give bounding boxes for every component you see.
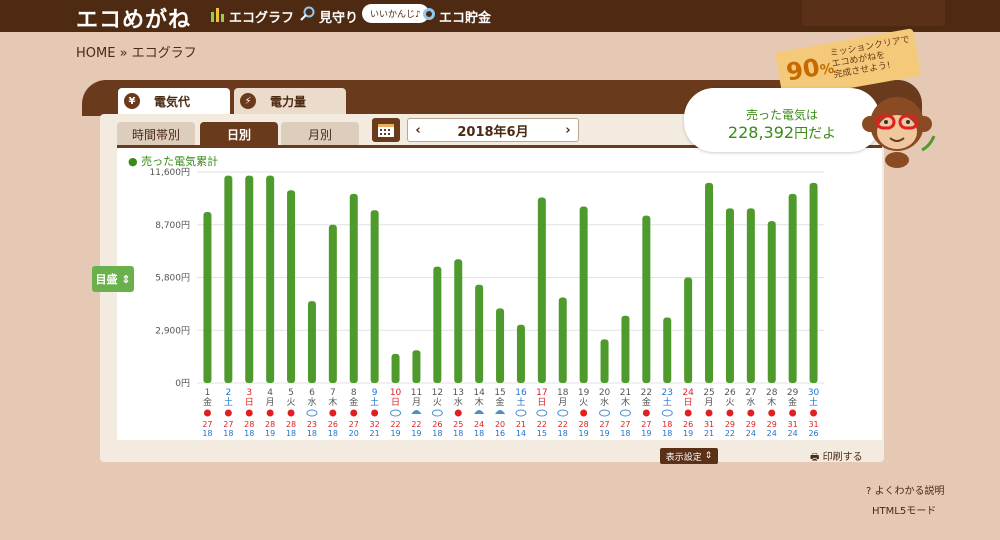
lightning-icon: ⚡ bbox=[240, 93, 256, 109]
breadcrumb[interactable]: HOME » エコグラフ bbox=[76, 42, 197, 61]
sold-amount-suffix: 円だよ bbox=[794, 126, 837, 142]
coin-icon bbox=[422, 7, 436, 25]
nav-ecograph-label: エコグラフ bbox=[229, 10, 295, 26]
scale-toggle-label: 目盛 bbox=[95, 273, 118, 286]
calendar-icon[interactable] bbox=[372, 118, 400, 142]
tab-electricity-amount[interactable]: ⚡ 電力量 bbox=[234, 88, 346, 114]
nav-eco-savings-label: エコ貯金 bbox=[439, 10, 492, 26]
tab-hourly[interactable]: 時間帯別 bbox=[117, 122, 195, 146]
header-account-area[interactable] bbox=[802, 0, 945, 26]
status-bubble: いいかんじ♪ bbox=[362, 4, 429, 23]
monkey-mascot-icon bbox=[862, 94, 940, 168]
current-month: 2018年6月 bbox=[457, 124, 529, 140]
tab-monthly[interactable]: 月別 bbox=[281, 122, 359, 146]
display-settings-button[interactable]: 表示設定 ⇕ bbox=[660, 448, 718, 464]
scale-toggle-button[interactable]: 目盛 ⇕ bbox=[92, 266, 134, 292]
chart-legend: ● 売った電気累計 bbox=[128, 155, 219, 168]
mission-percent: 90% bbox=[784, 51, 836, 87]
nav-mimamori[interactable]: 見守り bbox=[300, 0, 358, 32]
prev-month-button[interactable]: ‹ bbox=[408, 123, 428, 138]
help-link[interactable]: ? よくわかる説明 bbox=[866, 482, 945, 497]
display-settings-label: 表示設定 bbox=[665, 452, 702, 463]
sold-label: 売った電気は bbox=[745, 108, 818, 122]
chart-area bbox=[117, 148, 882, 440]
tab-daily[interactable]: 日別 bbox=[200, 122, 278, 146]
app-logo[interactable]: エコめがね bbox=[76, 2, 191, 34]
printer-icon: 🖶 bbox=[810, 452, 820, 463]
tab-electricity-cost[interactable]: ¥ 電気代 bbox=[118, 88, 230, 114]
help-label: よくわかる説明 bbox=[874, 486, 945, 497]
magnifier-icon bbox=[300, 6, 316, 26]
nav-mimamori-label: 見守り bbox=[319, 10, 359, 26]
sold-amount-value: 228,392 bbox=[727, 123, 795, 142]
question-icon: ? bbox=[866, 486, 872, 497]
print-button[interactable]: 🖶 印刷する bbox=[810, 448, 863, 467]
sold-electricity-panel: 売った電気は 228,392円だよ bbox=[684, 88, 880, 152]
nav-eco-savings[interactable]: エコ貯金 bbox=[422, 0, 491, 32]
chart-legend-label: 売った電気累計 bbox=[141, 155, 219, 168]
next-month-button[interactable]: › bbox=[558, 123, 578, 138]
nav-ecograph[interactable]: エコグラフ bbox=[210, 0, 294, 32]
month-selector: ‹ 2018年6月 › bbox=[407, 118, 579, 142]
yen-icon: ¥ bbox=[124, 93, 140, 109]
sold-amount: 228,392円だよ bbox=[684, 123, 880, 143]
bar-chart-icon bbox=[210, 6, 226, 26]
html5-mode-link[interactable]: HTML5モード bbox=[872, 502, 936, 517]
mission-percent-value: 90 bbox=[784, 53, 822, 87]
tab-electricity-amount-label: 電力量 bbox=[270, 94, 307, 109]
mission-message: ミッションクリアで エコめがねを 完成させよう! bbox=[829, 35, 915, 82]
print-label: 印刷する bbox=[822, 452, 863, 463]
tab-electricity-cost-label: 電気代 bbox=[154, 94, 191, 109]
